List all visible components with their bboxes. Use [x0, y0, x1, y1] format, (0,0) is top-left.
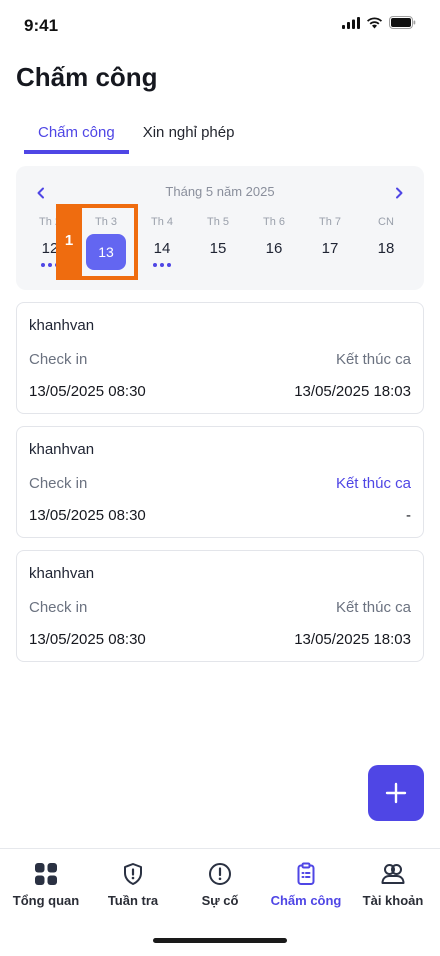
- nav-label: Tài khoản: [362, 893, 424, 908]
- check-in-time: 13/05/2025 08:30: [29, 383, 146, 400]
- day-number: 15: [209, 240, 227, 257]
- attendance-card[interactable]: khanhvan Check in Kết thúc ca 13/05/2025…: [16, 550, 424, 662]
- home-indicator: [153, 938, 287, 943]
- tab-bar: Chấm công Xin nghỉ phép: [24, 118, 248, 154]
- end-shift-time: -: [406, 507, 411, 524]
- end-shift-time: 13/05/2025 18:03: [294, 631, 411, 648]
- users-icon: [380, 861, 406, 887]
- calendar-day[interactable]: Th 5 15: [190, 216, 246, 278]
- day-of-week-label: Th 7: [318, 216, 341, 228]
- employee-name: khanhvan: [29, 441, 95, 458]
- status-icons: [342, 16, 416, 29]
- chevron-right-icon: [396, 187, 403, 199]
- nav-item-cham-cong[interactable]: Chấm công: [262, 861, 350, 908]
- attendance-card[interactable]: khanhvan Check in Kết thúc ca 13/05/2025…: [16, 302, 424, 414]
- status-bar: 9:41: [0, 0, 440, 50]
- check-in-label: Check in: [29, 351, 88, 368]
- battery-icon: [389, 16, 416, 29]
- attendance-card[interactable]: khanhvan Check in Kết thúc ca 13/05/2025…: [16, 426, 424, 538]
- shield-alert-icon: [120, 861, 146, 887]
- next-month-button[interactable]: [388, 182, 410, 204]
- day-number: 13: [86, 234, 126, 270]
- alert-circle-icon: [207, 861, 233, 887]
- nav-label: Chấm công: [270, 893, 342, 908]
- nav-label: Tuần tra: [107, 893, 159, 908]
- grid-icon: [33, 861, 59, 887]
- nav-item-su-co[interactable]: Sự cố: [176, 861, 264, 908]
- day-number: 18: [377, 240, 395, 257]
- nav-label: Tổng quan: [12, 893, 80, 908]
- calendar-day[interactable]: Th 4 14: [134, 216, 190, 278]
- employee-name: khanhvan: [29, 565, 95, 582]
- add-button[interactable]: [368, 765, 424, 821]
- day-number: 16: [265, 240, 283, 257]
- plus-icon: [385, 782, 407, 804]
- day-of-week-label: Th 4: [150, 216, 173, 228]
- nav-label: Sự cố: [201, 893, 239, 908]
- activity-dots: [153, 263, 171, 267]
- day-of-week-label: Th 3: [94, 216, 117, 228]
- day-of-week-label: CN: [378, 216, 394, 228]
- tab-xin-nghi-phep[interactable]: Xin nghỉ phép: [129, 118, 249, 154]
- day-number: 14: [153, 240, 171, 257]
- day-of-week-label: Th 5: [206, 216, 229, 228]
- end-shift-button[interactable]: Kết thúc ca: [336, 475, 411, 492]
- day-of-week-label: Th 6: [262, 216, 285, 228]
- calendar-month-label: Tháng 5 năm 2025: [165, 184, 275, 199]
- calendar-day[interactable]: Th 7 17: [302, 216, 358, 278]
- calendar-day-selected[interactable]: Th 3 13: [78, 216, 134, 278]
- end-shift-time: 13/05/2025 18:03: [294, 383, 411, 400]
- signal-icon: [342, 16, 360, 29]
- employee-name: khanhvan: [29, 317, 95, 334]
- calendar-day[interactable]: Th 6 16: [246, 216, 302, 278]
- check-in-label: Check in: [29, 599, 88, 616]
- page-title: Chấm công: [16, 62, 158, 92]
- check-in-time: 13/05/2025 08:30: [29, 631, 146, 648]
- calendar-day[interactable]: CN 18: [358, 216, 414, 278]
- annotation-number-tag: 1: [56, 204, 82, 280]
- wifi-icon: [367, 16, 382, 28]
- check-in-time: 13/05/2025 08:30: [29, 507, 146, 524]
- end-shift-label: Kết thúc ca: [335, 351, 411, 368]
- clipboard-icon: [293, 861, 319, 887]
- nav-item-tai-khoan[interactable]: Tài khoản: [349, 861, 437, 908]
- check-in-label: Check in: [29, 475, 88, 492]
- nav-item-tuan-tra[interactable]: Tuần tra: [89, 861, 177, 908]
- tab-cham-cong[interactable]: Chấm công: [24, 118, 129, 154]
- nav-item-tong-quan[interactable]: Tổng quan: [2, 861, 90, 908]
- day-number: 17: [321, 240, 339, 257]
- status-time: 9:41: [24, 16, 59, 35]
- end-shift-label: Kết thúc ca: [335, 599, 411, 616]
